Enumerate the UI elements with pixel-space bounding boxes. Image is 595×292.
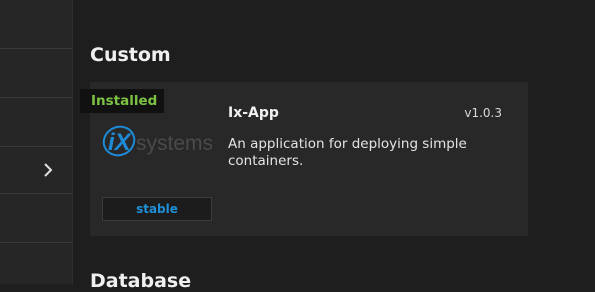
logo-wordmark: systems xyxy=(136,132,212,155)
section-title-custom: Custom xyxy=(90,44,171,66)
app-description: An application for deploying simple cont… xyxy=(228,136,467,169)
app-version: v1.0.3 xyxy=(464,106,502,120)
sidebar xyxy=(0,0,73,284)
sidebar-item[interactable] xyxy=(0,49,72,98)
sidebar-item[interactable] xyxy=(0,243,72,284)
logo-mark: iX xyxy=(108,129,133,156)
installed-badge: Installed xyxy=(80,89,164,113)
train-badge: stable xyxy=(102,197,212,221)
sidebar-item-expandable[interactable] xyxy=(0,147,72,194)
app-logo: iX systems xyxy=(102,124,212,160)
sidebar-item[interactable] xyxy=(0,98,72,147)
sidebar-item[interactable] xyxy=(0,194,72,243)
sidebar-item[interactable] xyxy=(0,0,72,49)
app-name: Ix-App xyxy=(228,105,279,121)
chevron-right-icon xyxy=(42,162,54,178)
section-title-database: Database xyxy=(90,270,192,292)
